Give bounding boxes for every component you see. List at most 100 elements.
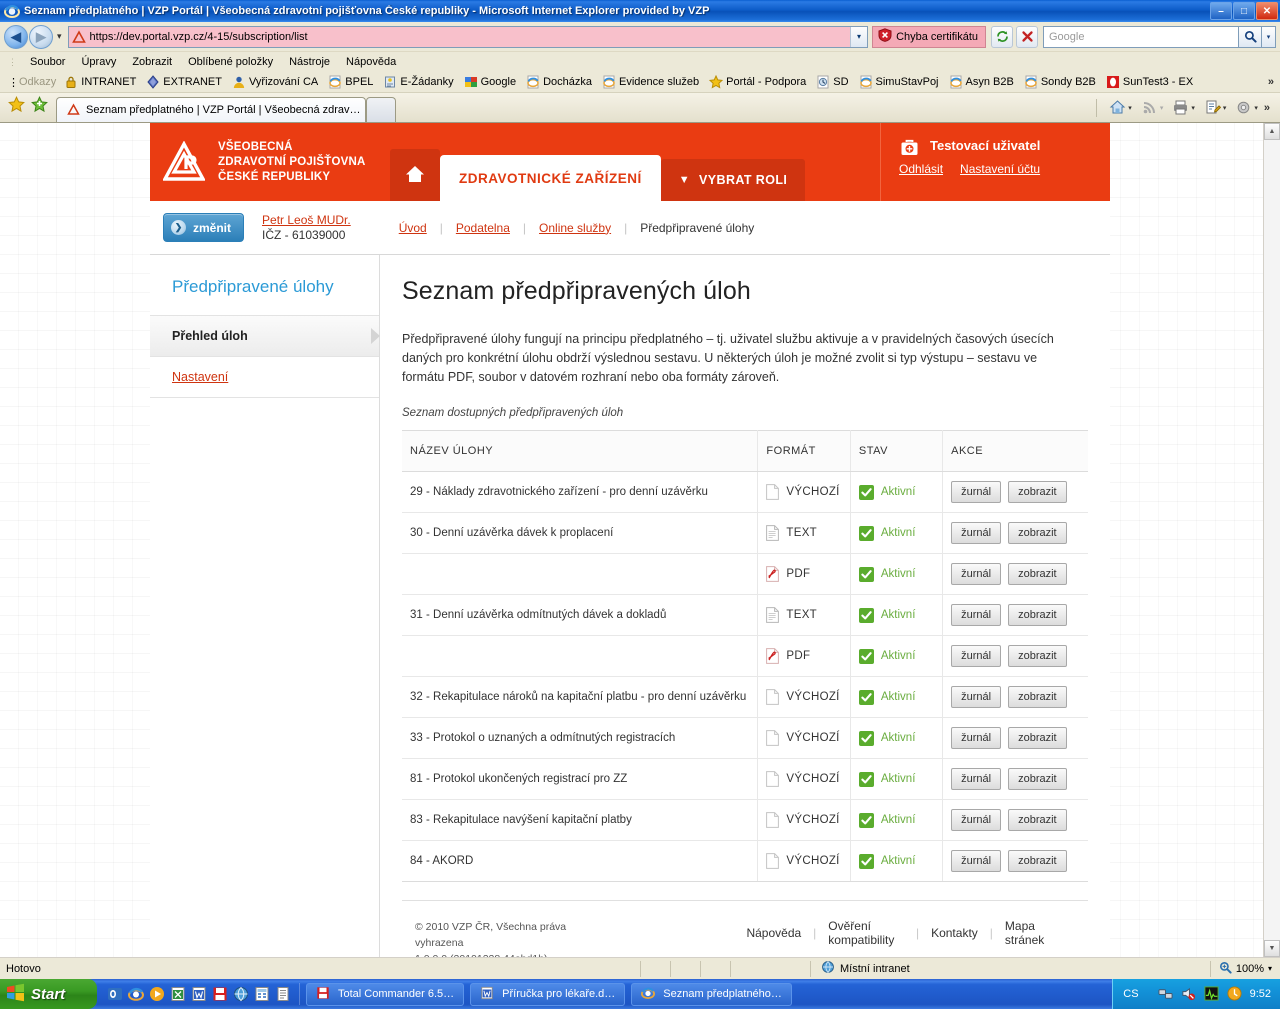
journal-button[interactable]: žurnál [951,850,1002,872]
logout-link[interactable]: Odhlásit [899,162,943,176]
link-dochazka[interactable]: Docházka [526,75,592,89]
taskbar-item-total-commander[interactable]: Total Commander 6.5… [306,982,465,1006]
show-button[interactable]: zobrazit [1008,563,1067,585]
show-button[interactable]: zobrazit [1008,686,1067,708]
print-icon[interactable]: ▾ [1169,97,1198,118]
word-icon[interactable] [191,986,207,1002]
show-button[interactable]: zobrazit [1008,809,1067,831]
show-button[interactable]: zobrazit [1008,481,1067,503]
ie-icon[interactable] [128,986,144,1002]
vertical-scrollbar[interactable]: ▲ ▼ [1263,123,1280,957]
scroll-track[interactable] [1264,140,1280,940]
new-tab-button[interactable] [366,97,396,122]
sidebar-item-nastaveni[interactable]: Nastavení [150,357,379,398]
link-sd[interactable]: SD [816,75,849,89]
search-input[interactable]: Google [1043,25,1239,48]
clock[interactable]: 9:52 [1250,988,1271,1000]
links-overflow-button[interactable]: » [1268,76,1280,88]
network-icon[interactable] [1158,986,1174,1002]
journal-button[interactable]: žurnál [951,809,1002,831]
journal-button[interactable]: žurnál [951,604,1002,626]
volume-muted-icon[interactable] [1181,986,1197,1002]
menu-item-nastroje[interactable]: Nástroje [281,54,338,70]
links-grip-handle[interactable]: ⋮ [8,76,19,89]
link-bpel[interactable]: BPEL [328,75,373,89]
tab-zdravotnicke-zarizeni[interactable]: ZDRAVOTNICKÉ ZAŘÍZENÍ [440,155,661,201]
page-icon[interactable]: ▾ [1201,97,1230,118]
address-dropdown-caret[interactable]: ▾ [850,26,868,47]
activity-icon[interactable] [1204,986,1220,1002]
tab-vybrat-roli[interactable]: ▼ VYBRAT ROLI [660,159,806,201]
show-button[interactable]: zobrazit [1008,645,1067,667]
site-logo-block[interactable]: VŠEOBECNÁ ZDRAVOTNÍ POJIŠŤOVNA ČESKÉ REP… [150,123,390,201]
address-field[interactable]: https://dev.portal.vzp.cz/4-15/subscript… [68,26,851,47]
link-e-zadanky[interactable]: E-Žádanky [383,75,454,89]
toolbar-overflow-button[interactable]: » [1264,102,1276,114]
journal-button[interactable]: žurnál [951,481,1002,503]
link-evidence-sluzeb[interactable]: Evidence služeb [602,75,699,89]
link-extranet[interactable]: EXTRANET [146,75,222,89]
show-button[interactable]: zobrazit [1008,727,1067,749]
menu-grip-handle[interactable]: ⋮ [8,57,17,68]
taskbar-item-prirucka[interactable]: Příručka pro lékaře.d… [470,982,626,1006]
home-icon[interactable]: ▾ [1106,97,1135,118]
excel-icon[interactable] [170,986,186,1002]
link-intranet[interactable]: INTRANET [64,75,136,89]
start-button[interactable]: Start [0,979,97,1009]
history-dropdown-caret[interactable]: ▾ [54,31,68,42]
menu-item-oblibene-polozky[interactable]: Oblíbené položky [180,54,281,70]
back-arrow-icon[interactable]: ◀ [4,24,28,49]
address-bar[interactable]: https://dev.portal.vzp.cz/4-15/subscript… [67,25,869,48]
shield-icon[interactable] [1227,986,1243,1002]
minimize-button[interactable]: – [1210,2,1232,20]
breadcrumb-item-podatelna[interactable]: Podatelna [456,221,510,235]
footer-link-mapa-stranek[interactable]: Mapa stránek [993,919,1066,947]
footer-link-overeni-kompatibility[interactable]: Ověření kompatibility [816,919,916,947]
link-vyrizovani-ca[interactable]: Vyřizování CA [232,75,318,89]
footer-link-kontakty[interactable]: Kontakty [919,926,990,940]
show-button[interactable]: zobrazit [1008,768,1067,790]
show-button[interactable]: zobrazit [1008,604,1067,626]
zoom-caret-icon[interactable]: ▾ [1268,964,1272,973]
browser-tab-active[interactable]: Seznam předplatného | VZP Portál | Všeob… [56,97,366,122]
media-icon[interactable] [149,986,165,1002]
menu-item-soubor[interactable]: Soubor [22,54,73,70]
account-settings-link[interactable]: Nastavení účtu [960,162,1040,176]
maximize-button[interactable]: □ [1233,2,1255,20]
show-button[interactable]: zobrazit [1008,522,1067,544]
search-icon[interactable] [1239,25,1262,48]
refresh-icon[interactable] [991,25,1013,48]
sidebar-item-prehled-uloh[interactable]: Přehled úloh [150,316,380,357]
tools-icon[interactable]: ▾ [1232,97,1261,118]
journal-button[interactable]: žurnál [951,768,1002,790]
globe-icon[interactable] [233,986,249,1002]
security-zone[interactable]: Místní intranet [810,960,920,977]
journal-button[interactable]: žurnál [951,522,1002,544]
footer-link-napoveda[interactable]: Nápověda [734,926,813,940]
forward-arrow-icon[interactable]: ▶ [29,24,53,49]
link-suntest3-ex[interactable]: SunTest3 - EX [1106,75,1193,89]
sidebar-item-label[interactable]: Nastavení [172,370,228,384]
journal-button[interactable]: žurnál [951,727,1002,749]
add-favorite-icon[interactable] [31,96,48,116]
scroll-up-arrow-icon[interactable]: ▲ [1264,123,1280,140]
feeds-icon[interactable]: ▾ [1138,97,1167,118]
outlook-icon[interactable] [107,986,123,1002]
change-subject-button[interactable]: ❯ změnit [163,213,245,242]
scroll-down-arrow-icon[interactable]: ▼ [1264,940,1280,957]
link-simustavpoj[interactable]: SimuStavPoj [859,75,939,89]
language-indicator[interactable]: CS [1123,988,1138,1000]
certificate-error-badge[interactable]: Chyba certifikátu [872,25,986,48]
journal-button[interactable]: žurnál [951,686,1002,708]
favorites-star-icon[interactable] [8,96,25,116]
menu-item-upravy[interactable]: Úpravy [73,54,124,70]
menu-item-zobrazit[interactable]: Zobrazit [124,54,180,70]
nav-home-button[interactable] [390,149,440,201]
journal-button[interactable]: žurnál [951,645,1002,667]
link-asyn-b2b[interactable]: Asyn B2B [949,75,1014,89]
journal-button[interactable]: žurnál [951,563,1002,585]
link-portal-podpora[interactable]: Portál - Podpora [709,74,806,89]
calc-icon[interactable] [254,986,270,1002]
taskbar-item-seznam-predplatneho[interactable]: Seznam předplatného… [631,982,792,1006]
link-google[interactable]: Google [464,75,516,89]
